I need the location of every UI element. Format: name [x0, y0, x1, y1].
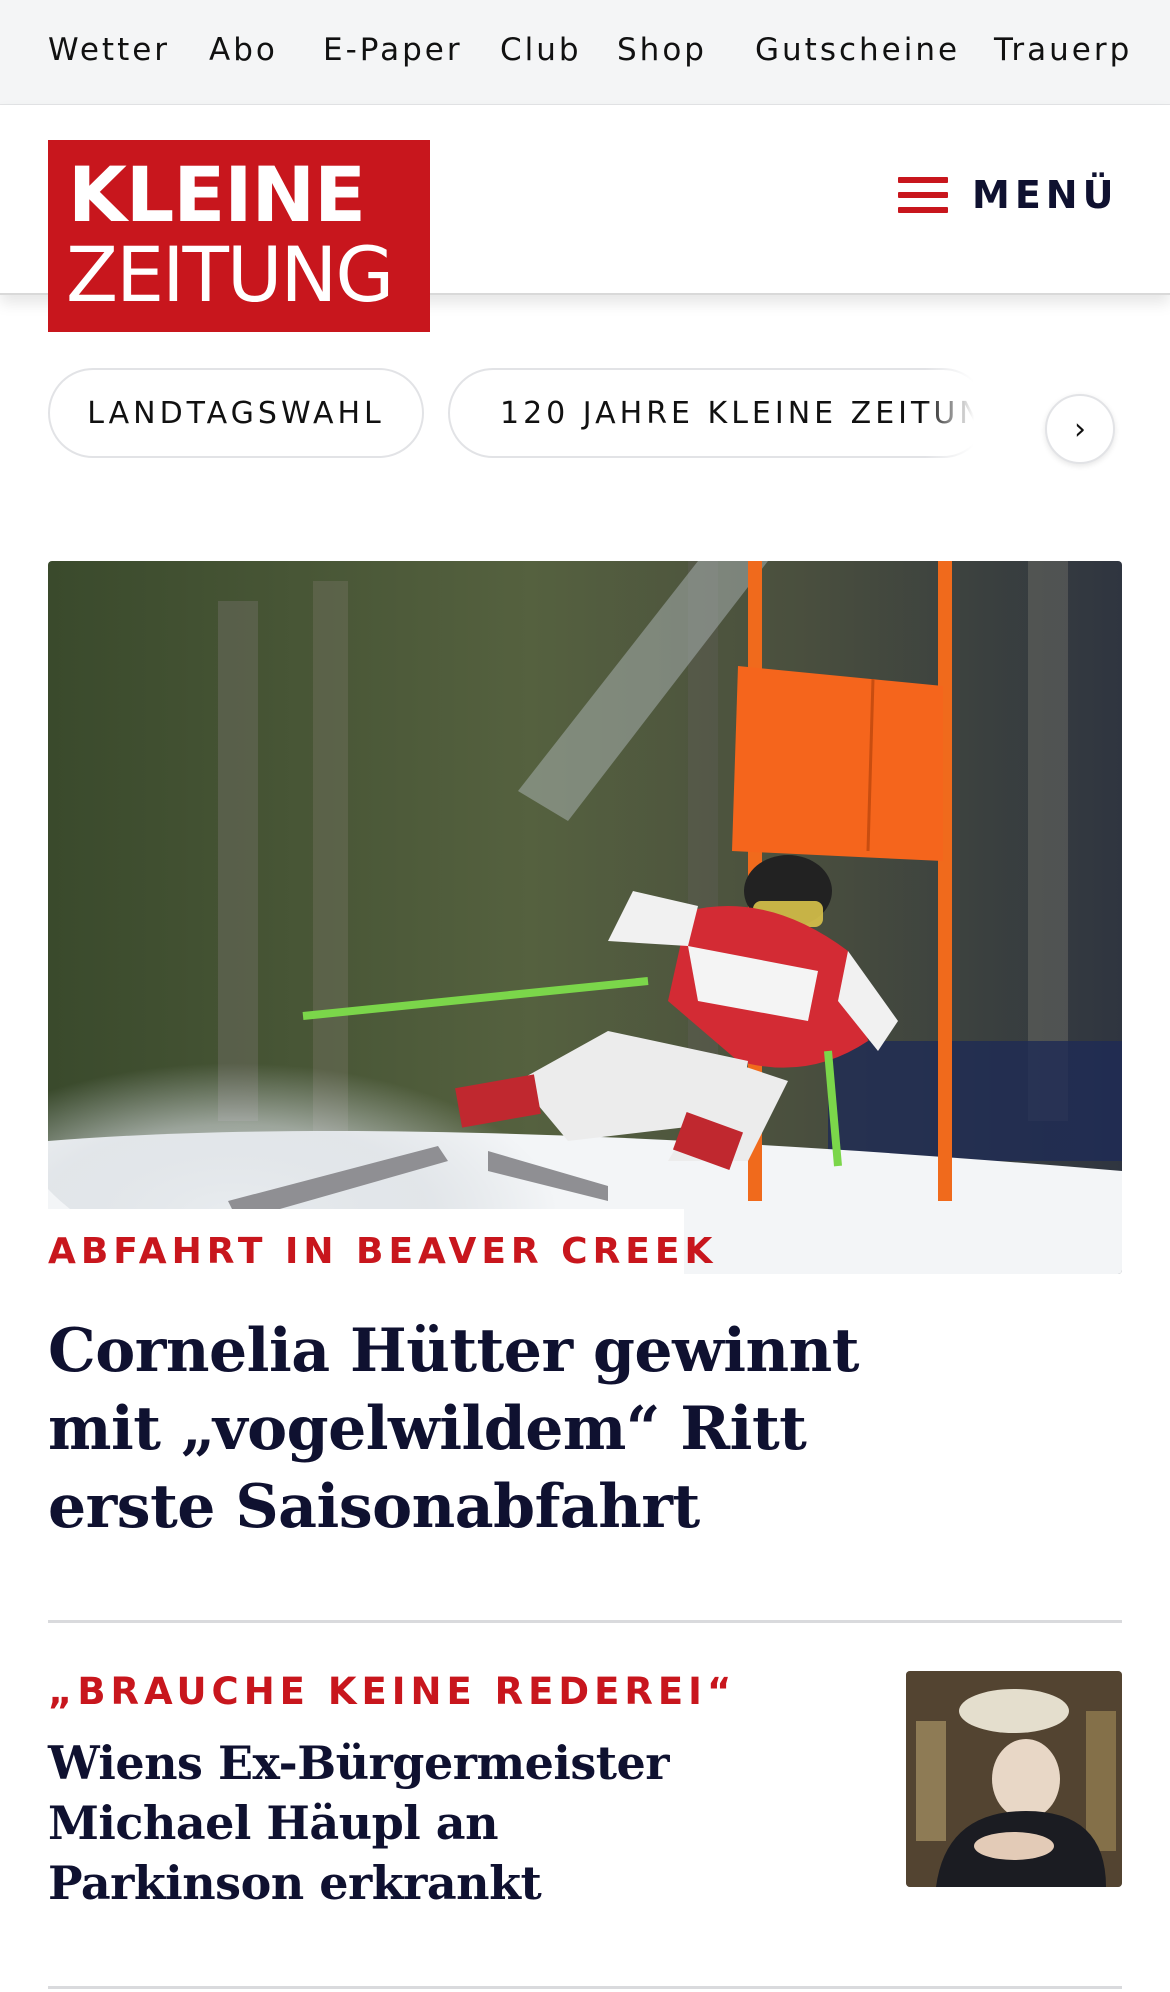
- nav-link-trauerportal[interactable]: Trauerp: [994, 32, 1132, 68]
- utility-nav: Wetter Abo E-Paper Club Shop Gutscheine …: [0, 0, 1170, 105]
- kleine-zeitung-logo[interactable]: KLEINE ZEITUNG: [48, 140, 430, 332]
- pills-fade-overlay: [925, 358, 995, 468]
- hero-headline[interactable]: Cornelia Hütter gewinnt mit „vogelwildem…: [48, 1312, 868, 1546]
- skier-photo: [48, 561, 1122, 1274]
- hero-image[interactable]: [48, 561, 1122, 1274]
- hero-kicker[interactable]: ABFAHRT IN BEAVER CREEK: [48, 1231, 717, 1272]
- nav-link-club[interactable]: Club: [500, 32, 582, 68]
- site-header: KLEINE ZEITUNG MENÜ: [0, 105, 1170, 332]
- nav-link-epaper[interactable]: E-Paper: [323, 32, 463, 68]
- pills-scroll-right-button[interactable]: ›: [1045, 394, 1115, 464]
- logo-line-2: ZEITUNG: [66, 230, 394, 319]
- nav-link-shop[interactable]: Shop: [617, 32, 707, 68]
- nav-link-abo[interactable]: Abo: [209, 32, 278, 68]
- hamburger-icon: [898, 177, 948, 213]
- haeupl-photo: [906, 1671, 1122, 1887]
- topic-pill-120-jahre[interactable]: 120 JAHRE KLEINE ZEITUNG: [448, 368, 988, 458]
- chevron-right-icon: ›: [1074, 411, 1086, 447]
- nav-link-gutscheine[interactable]: Gutscheine: [755, 32, 960, 68]
- article-headline[interactable]: Wiens Ex-Bürgermeister Michael Häupl an …: [48, 1733, 688, 1913]
- article-divider: [48, 1620, 1122, 1623]
- nav-link-wetter[interactable]: Wetter: [48, 32, 170, 68]
- article-kicker[interactable]: „BRAUCHE KEINE REDEREI“: [48, 1670, 736, 1713]
- topic-pills: LANDTAGSWAHL 120 JAHRE KLEINE ZEITUNG ›: [0, 358, 1170, 468]
- topic-pill-landtagswahl[interactable]: LANDTAGSWAHL: [48, 368, 424, 458]
- article-divider-bottom: [48, 1986, 1122, 1989]
- article-thumbnail[interactable]: [906, 1671, 1122, 1887]
- menu-label: MENÜ: [972, 173, 1119, 217]
- logo-line-1: KLEINE: [68, 150, 366, 239]
- menu-button[interactable]: MENÜ: [898, 165, 1118, 225]
